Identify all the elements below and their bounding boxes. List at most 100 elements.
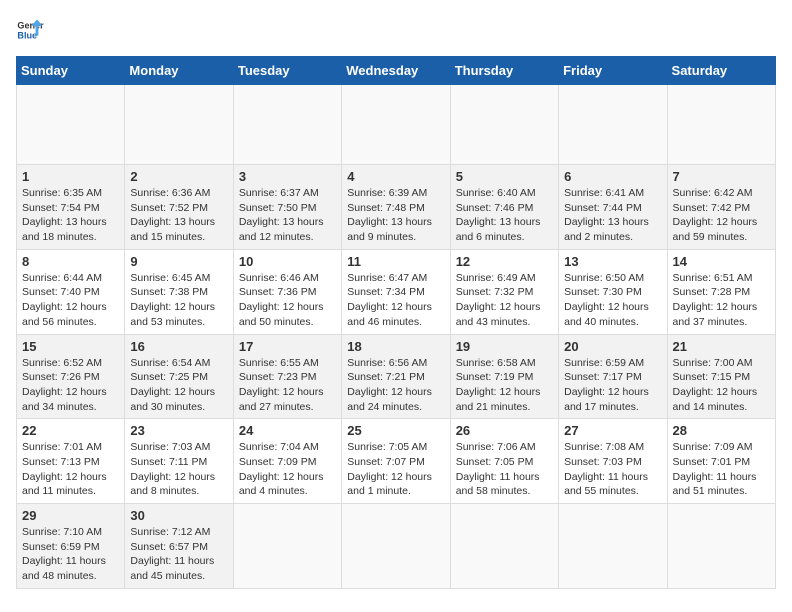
day-info-line: Sunrise: 7:08 AM	[564, 440, 661, 455]
calendar-cell: 20Sunrise: 6:59 AMSunset: 7:17 PMDayligh…	[559, 334, 667, 419]
day-info-line: Daylight: 13 hours	[564, 215, 661, 230]
calendar-cell: 30Sunrise: 7:12 AMSunset: 6:57 PMDayligh…	[125, 504, 233, 589]
day-info-line: Sunset: 7:21 PM	[347, 370, 444, 385]
day-info-line: Sunrise: 6:40 AM	[456, 186, 553, 201]
day-info-line: Sunset: 7:17 PM	[564, 370, 661, 385]
day-number: 18	[347, 339, 444, 354]
day-info-line: Sunrise: 6:51 AM	[673, 271, 770, 286]
dow-tuesday: Tuesday	[233, 57, 341, 85]
calendar-cell	[125, 85, 233, 165]
day-info-line: Sunrise: 7:10 AM	[22, 525, 119, 540]
day-info-line: and 15 minutes.	[130, 230, 227, 245]
day-info-line: Daylight: 12 hours	[22, 300, 119, 315]
day-info-line: Daylight: 13 hours	[456, 215, 553, 230]
day-info-line: Daylight: 12 hours	[130, 470, 227, 485]
day-number: 7	[673, 169, 770, 184]
calendar-cell: 4 Sunrise: 6:39 AMSunset: 7:48 PMDaylight…	[342, 165, 450, 250]
day-info-line: Sunrise: 6:45 AM	[130, 271, 227, 286]
day-info-line: Daylight: 12 hours	[130, 385, 227, 400]
dow-sunday: Sunday	[17, 57, 125, 85]
day-info-line: and 58 minutes.	[456, 484, 553, 499]
day-info-line: Sunset: 7:48 PM	[347, 201, 444, 216]
calendar-cell: 25Sunrise: 7:05 AMSunset: 7:07 PMDayligh…	[342, 419, 450, 504]
day-info-line: Sunset: 7:50 PM	[239, 201, 336, 216]
day-number: 6	[564, 169, 661, 184]
week-row-5: 29Sunrise: 7:10 AMSunset: 6:59 PMDayligh…	[17, 504, 776, 589]
day-info-line: Sunset: 7:38 PM	[130, 285, 227, 300]
day-info-line: Sunset: 7:11 PM	[130, 455, 227, 470]
day-number: 13	[564, 254, 661, 269]
day-info-line: Sunset: 7:23 PM	[239, 370, 336, 385]
day-info-line: Sunset: 7:09 PM	[239, 455, 336, 470]
calendar-cell: 14Sunrise: 6:51 AMSunset: 7:28 PMDayligh…	[667, 249, 775, 334]
day-info-line: Sunrise: 7:05 AM	[347, 440, 444, 455]
day-number: 29	[22, 508, 119, 523]
day-number: 12	[456, 254, 553, 269]
day-info-line: Daylight: 13 hours	[347, 215, 444, 230]
calendar-cell: 26 Sunrise: 7:06 AMSunset: 7:05 PMDayligh…	[450, 419, 558, 504]
day-info-line: Sunset: 7:05 PM	[456, 455, 553, 470]
day-info-line: Sunset: 7:30 PM	[564, 285, 661, 300]
day-info-line: Sunrise: 6:36 AM	[130, 186, 227, 201]
day-number: 3	[239, 169, 336, 184]
week-row-2: 8Sunrise: 6:44 AMSunset: 7:40 PMDaylight…	[17, 249, 776, 334]
dow-saturday: Saturday	[667, 57, 775, 85]
day-number: 17	[239, 339, 336, 354]
dow-wednesday: Wednesday	[342, 57, 450, 85]
day-info-line: Sunrise: 7:04 AM	[239, 440, 336, 455]
day-info-line: and 8 minutes.	[130, 484, 227, 499]
calendar-cell: 22Sunrise: 7:01 AMSunset: 7:13 PMDayligh…	[17, 419, 125, 504]
day-number: 4	[347, 169, 444, 184]
calendar-cell: 2Sunrise: 6:36 AMSunset: 7:52 PMDaylight…	[125, 165, 233, 250]
calendar-cell: 12Sunrise: 6:49 AMSunset: 7:32 PMDayligh…	[450, 249, 558, 334]
day-info-line: Sunrise: 6:55 AM	[239, 356, 336, 371]
calendar-cell: 21Sunrise: 7:00 AMSunset: 7:15 PMDayligh…	[667, 334, 775, 419]
calendar-cell: 17Sunrise: 6:55 AMSunset: 7:23 PMDayligh…	[233, 334, 341, 419]
day-info-line: Sunrise: 6:52 AM	[22, 356, 119, 371]
day-number: 16	[130, 339, 227, 354]
calendar-cell: 16Sunrise: 6:54 AMSunset: 7:25 PMDayligh…	[125, 334, 233, 419]
day-info-line: Daylight: 12 hours	[347, 470, 444, 485]
day-info-line: Sunset: 7:19 PM	[456, 370, 553, 385]
day-info-line: Sunrise: 7:12 AM	[130, 525, 227, 540]
day-info-line: and 27 minutes.	[239, 400, 336, 415]
day-info-line: and 46 minutes.	[347, 315, 444, 330]
day-info-line: Sunset: 7:13 PM	[22, 455, 119, 470]
days-of-week-row: SundayMondayTuesdayWednesdayThursdayFrid…	[17, 57, 776, 85]
day-number: 26	[456, 423, 553, 438]
day-info-line: Sunrise: 7:01 AM	[22, 440, 119, 455]
logo: General Blue	[16, 16, 48, 44]
day-number: 8	[22, 254, 119, 269]
day-info-line: Daylight: 12 hours	[564, 300, 661, 315]
day-info-line: Daylight: 12 hours	[347, 300, 444, 315]
calendar-cell	[233, 504, 341, 589]
day-info-line: and 6 minutes.	[456, 230, 553, 245]
day-info-line: Daylight: 13 hours	[130, 215, 227, 230]
day-info-line: Daylight: 12 hours	[239, 300, 336, 315]
day-info-line: Daylight: 11 hours	[456, 470, 553, 485]
day-info-line: Sunset: 6:59 PM	[22, 540, 119, 555]
day-info-line: Sunrise: 7:09 AM	[673, 440, 770, 455]
day-info-line: Daylight: 12 hours	[673, 215, 770, 230]
day-info-line: Sunset: 7:34 PM	[347, 285, 444, 300]
day-info-line: Sunrise: 6:58 AM	[456, 356, 553, 371]
day-info-line: and 12 minutes.	[239, 230, 336, 245]
day-info-line: Sunset: 7:44 PM	[564, 201, 661, 216]
week-row-4: 22Sunrise: 7:01 AMSunset: 7:13 PMDayligh…	[17, 419, 776, 504]
day-info-line: Daylight: 12 hours	[456, 300, 553, 315]
day-info-line: Sunrise: 6:39 AM	[347, 186, 444, 201]
day-number: 1	[22, 169, 119, 184]
calendar-cell	[17, 85, 125, 165]
day-info-line: and 50 minutes.	[239, 315, 336, 330]
calendar-cell	[450, 504, 558, 589]
logo-icon: General Blue	[16, 16, 44, 44]
day-info-line: and 34 minutes.	[22, 400, 119, 415]
day-info-line: and 56 minutes.	[22, 315, 119, 330]
day-info-line: and 18 minutes.	[22, 230, 119, 245]
day-info-line: and 14 minutes.	[673, 400, 770, 415]
day-info-line: and 11 minutes.	[22, 484, 119, 499]
day-info-line: Sunrise: 7:06 AM	[456, 440, 553, 455]
day-info-line: Sunset: 7:36 PM	[239, 285, 336, 300]
day-info-line: and 2 minutes.	[564, 230, 661, 245]
day-info-line: Daylight: 11 hours	[673, 470, 770, 485]
